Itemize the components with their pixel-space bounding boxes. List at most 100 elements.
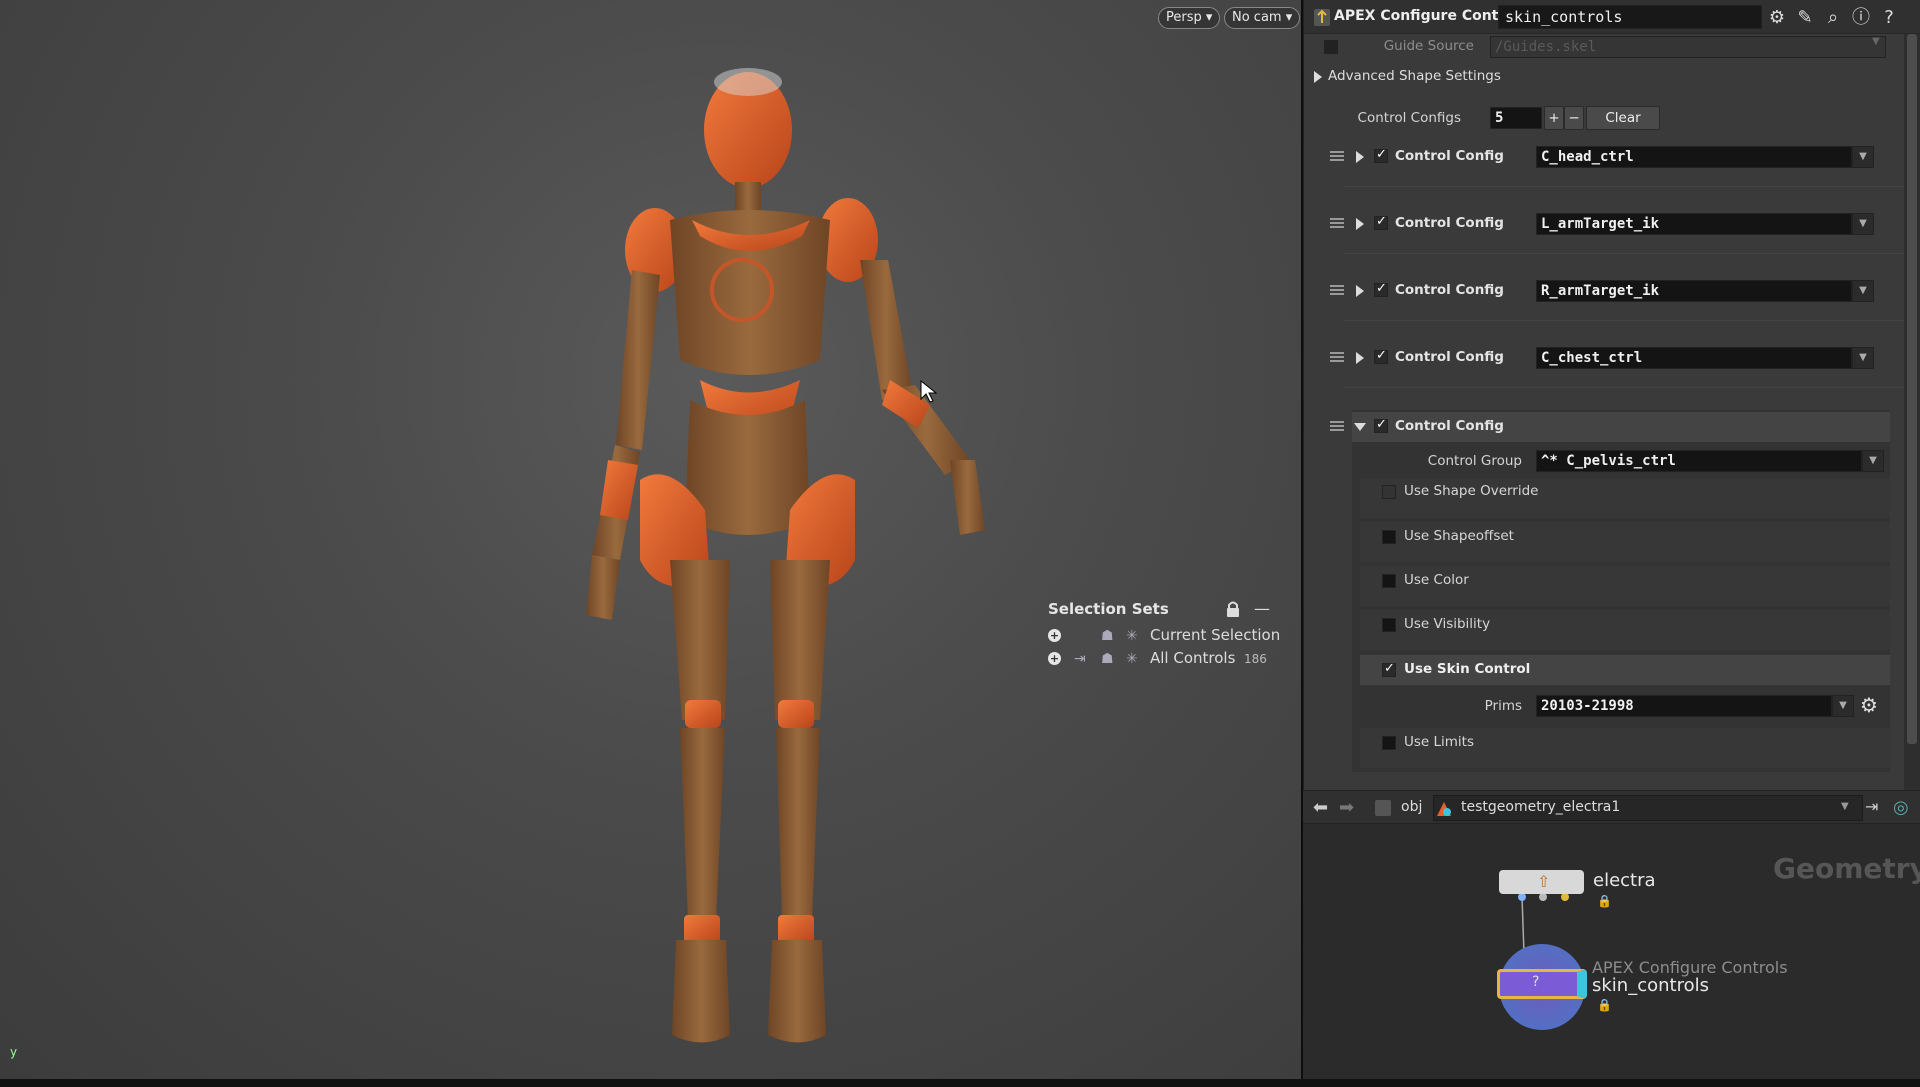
config-enable-checkbox[interactable] [1374,348,1388,364]
control-config-row-expanded[interactable]: Control Config [1304,412,1904,442]
chevron-down-icon[interactable]: ▼ [1852,213,1874,235]
expand-arrow-icon[interactable] [1356,218,1364,230]
use-color-label: Use Color [1404,572,1469,588]
prims-field[interactable]: 20103-21998 [1536,695,1832,717]
network-path-bar: ⬅ ➡ obj testgeometry_electra1 ▼ ⇥ ◎ [1303,790,1920,824]
scene-viewport[interactable]: Persp ▾ No cam ▾ y Selection Sets — + ☗ … [0,0,1301,1079]
config-enable-checkbox[interactable] [1374,147,1388,163]
guide-source-toggle[interactable] [1324,40,1338,54]
path-node[interactable]: testgeometry_electra1 [1461,799,1620,815]
chevron-down-icon[interactable]: ▼ [1852,280,1874,302]
use-limits-checkbox[interactable] [1382,736,1396,750]
use-skin-control-label: Use Skin Control [1404,661,1531,677]
collapse-arrow-icon[interactable] [1354,423,1366,431]
drag-handle-icon[interactable] [1330,151,1344,161]
drag-handle-icon[interactable] [1330,218,1344,228]
add-config-button[interactable]: + [1544,106,1564,130]
axis-gizmo-icon: y [10,1045,18,1059]
collapse-sets-button[interactable]: — [1254,599,1270,618]
control-config-row[interactable]: Control Config C_head_ctrl ▼ [1304,145,1904,181]
skin-controls-node[interactable]: ? [1497,969,1587,999]
electra-node-label[interactable]: electra [1593,870,1656,891]
selection-set-row-current[interactable]: + ☗ ✳ Current Selection [1048,626,1298,646]
mouse-cursor-icon [920,380,938,403]
config-enable-checkbox[interactable] [1374,281,1388,297]
use-shape-override-checkbox[interactable] [1382,485,1396,499]
config-label: Control Config [1395,418,1504,434]
control-config-row[interactable]: Control Config R_armTarget_ik ▼ [1304,279,1904,315]
control-group-field[interactable]: ^* C_pelvis_ctrl [1536,450,1862,472]
camera-menu-button[interactable]: No cam ▾ [1224,7,1301,29]
config-group-field[interactable]: R_armTarget_ik [1536,280,1852,302]
star-icon: ✳ [1126,651,1138,667]
config-enable-checkbox[interactable] [1374,214,1388,230]
advanced-shape-settings-folder[interactable]: Advanced Shape Settings [1328,68,1501,84]
use-color-checkbox[interactable] [1382,574,1396,588]
chevron-down-icon[interactable]: ▼ [1841,801,1849,812]
add-icon[interactable]: + [1048,652,1061,665]
link-icon[interactable]: ◎ [1893,797,1909,818]
expand-arrow-icon[interactable] [1356,352,1364,364]
drag-handle-icon[interactable] [1330,285,1344,295]
config-label: Control Config [1395,148,1504,164]
select-arrow-icon[interactable]: ⇥ [1074,651,1086,667]
path-root[interactable]: obj [1401,799,1422,815]
config-group-field[interactable]: C_head_ctrl [1536,146,1852,168]
use-limits-label: Use Limits [1404,734,1475,750]
node-wire [1518,893,1569,955]
config-label: Control Config [1395,349,1504,365]
chevron-down-icon[interactable]: ▼ [1852,347,1874,369]
clear-configs-button[interactable]: Clear [1586,106,1660,130]
chevron-down-icon[interactable]: ▼ [1832,695,1854,717]
use-skin-control-checkbox[interactable] [1382,661,1396,677]
chevron-down-icon[interactable]: ▼ [1862,450,1884,472]
node-name-field[interactable]: skin_controls [1498,5,1762,29]
search-icon[interactable]: ⌕ [1822,7,1844,29]
drag-handle-icon[interactable] [1330,421,1344,431]
gear-icon[interactable]: ⚙ [1766,7,1788,29]
drag-handle-icon[interactable] [1330,352,1344,362]
config-label: Control Config [1395,282,1504,298]
apex-node-icon: ? [1532,974,1540,990]
expand-arrow-icon[interactable] [1314,71,1322,83]
control-configs-label: Control Configs [1357,110,1461,126]
network-editor[interactable]: Geometry ⇧ electra 🔒 ? APEX Configure Co… [1303,824,1920,1079]
gear-icon[interactable]: ⚙ [1860,693,1878,717]
config-enable-checkbox[interactable] [1374,417,1388,433]
lock-icon[interactable]: 🔒 [1597,998,1612,1012]
add-icon[interactable]: + [1048,629,1061,642]
config-group-field[interactable]: L_armTarget_ik [1536,213,1852,235]
control-config-row[interactable]: Control Config L_armTarget_ik ▼ [1304,212,1904,248]
prims-label: Prims [1484,698,1522,714]
skin-controls-node-label[interactable]: skin_controls [1592,975,1709,996]
selection-set-row-all[interactable]: + ⇥ ☗ ✳ All Controls 186 [1048,649,1298,669]
control-config-row[interactable]: Control Config C_chest_ctrl ▼ [1304,346,1904,382]
control-group-label: Control Group [1427,453,1522,469]
lock-icon[interactable]: 🔒 [1597,894,1612,908]
lock-icon[interactable] [1226,601,1240,617]
perspective-menu-button[interactable]: Persp ▾ [1158,7,1221,29]
config-group-field[interactable]: C_chest_ctrl [1536,347,1852,369]
use-visibility-checkbox[interactable] [1382,618,1396,632]
figure-icon: ☗ [1101,628,1114,644]
expand-arrow-icon[interactable] [1356,151,1364,163]
electra-node[interactable]: ⇧ [1499,870,1584,894]
control-configs-count-field[interactable]: 5 [1490,107,1542,129]
chevron-down-icon[interactable]: ▼ [1872,36,1880,47]
use-shapeoffset-checkbox[interactable] [1382,530,1396,544]
expand-arrow-icon[interactable] [1356,285,1364,297]
scrollbar-thumb[interactable] [1907,34,1917,744]
parameter-header: APEX Configure Controls skin_controls ⚙ … [1304,0,1920,34]
use-shapeoffset-label: Use Shapeoffset [1404,528,1514,544]
back-arrow-icon[interactable]: ⬅ [1313,797,1328,818]
help-icon[interactable]: ? [1878,7,1900,29]
guide-source-field[interactable]: /Guides.skel [1490,36,1886,58]
geometry-node-icon: ⇧ [1537,872,1551,891]
electra-character-model [586,68,985,1043]
chevron-down-icon[interactable]: ▼ [1852,146,1874,168]
remove-config-button[interactable]: − [1564,106,1584,130]
brush-icon[interactable]: ✎ [1794,7,1816,29]
info-icon[interactable]: ⓘ [1850,7,1872,29]
pin-icon[interactable]: ⇥ [1865,797,1878,816]
forward-arrow-icon[interactable]: ➡ [1339,797,1354,818]
